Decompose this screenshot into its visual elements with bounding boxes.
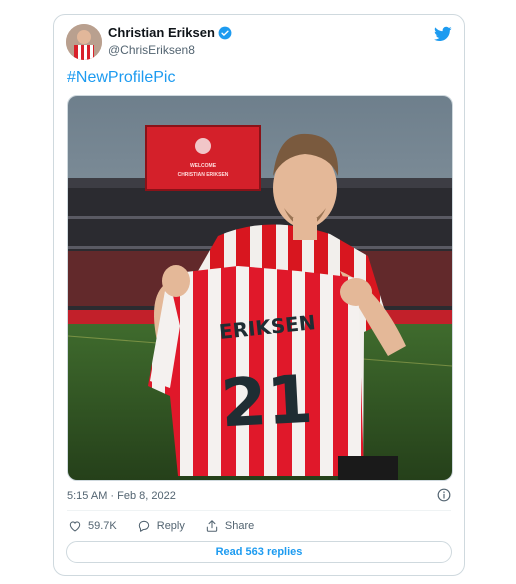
display-name[interactable]: Christian Eriksen — [108, 25, 215, 41]
hashtag-link[interactable]: #NewProfilePic — [67, 69, 175, 87]
like-count: 59.7K — [88, 520, 117, 532]
avatar[interactable] — [66, 24, 102, 60]
read-replies-button[interactable]: Read 563 replies — [66, 541, 452, 563]
verified-badge-icon — [218, 26, 232, 40]
action-bar: 59.7K Reply Share — [68, 519, 254, 533]
tweet-card: Christian Eriksen @ChrisEriksen8 #NewPro… — [53, 14, 465, 576]
reply-icon — [138, 520, 149, 532]
divider — [67, 510, 451, 511]
twitter-bird-icon[interactable] — [434, 25, 452, 43]
like-button[interactable]: 59.7K — [68, 519, 117, 533]
tweet-timestamp[interactable]: 5:15 AM · Feb 8, 2022 — [67, 490, 176, 502]
share-icon — [206, 520, 218, 532]
share-label: Share — [224, 520, 255, 532]
reply-label: Reply — [156, 520, 185, 532]
board-line-2: CHRISTIAN ERIKSEN — [178, 172, 229, 178]
user-handle[interactable]: @ChrisEriksen8 — [108, 42, 232, 58]
info-icon[interactable] — [437, 488, 451, 502]
tweet-photo[interactable]: WELCOME CHRISTIAN ERIKSEN ERIKSEN 21 — [67, 95, 453, 481]
share-button[interactable]: Share — [205, 519, 254, 533]
author-block: Christian Eriksen @ChrisEriksen8 — [108, 25, 232, 58]
board-line-1: WELCOME — [190, 163, 217, 169]
shirt-number: 21 — [219, 361, 315, 443]
heart-icon — [69, 521, 81, 532]
reply-button[interactable]: Reply — [137, 519, 185, 533]
